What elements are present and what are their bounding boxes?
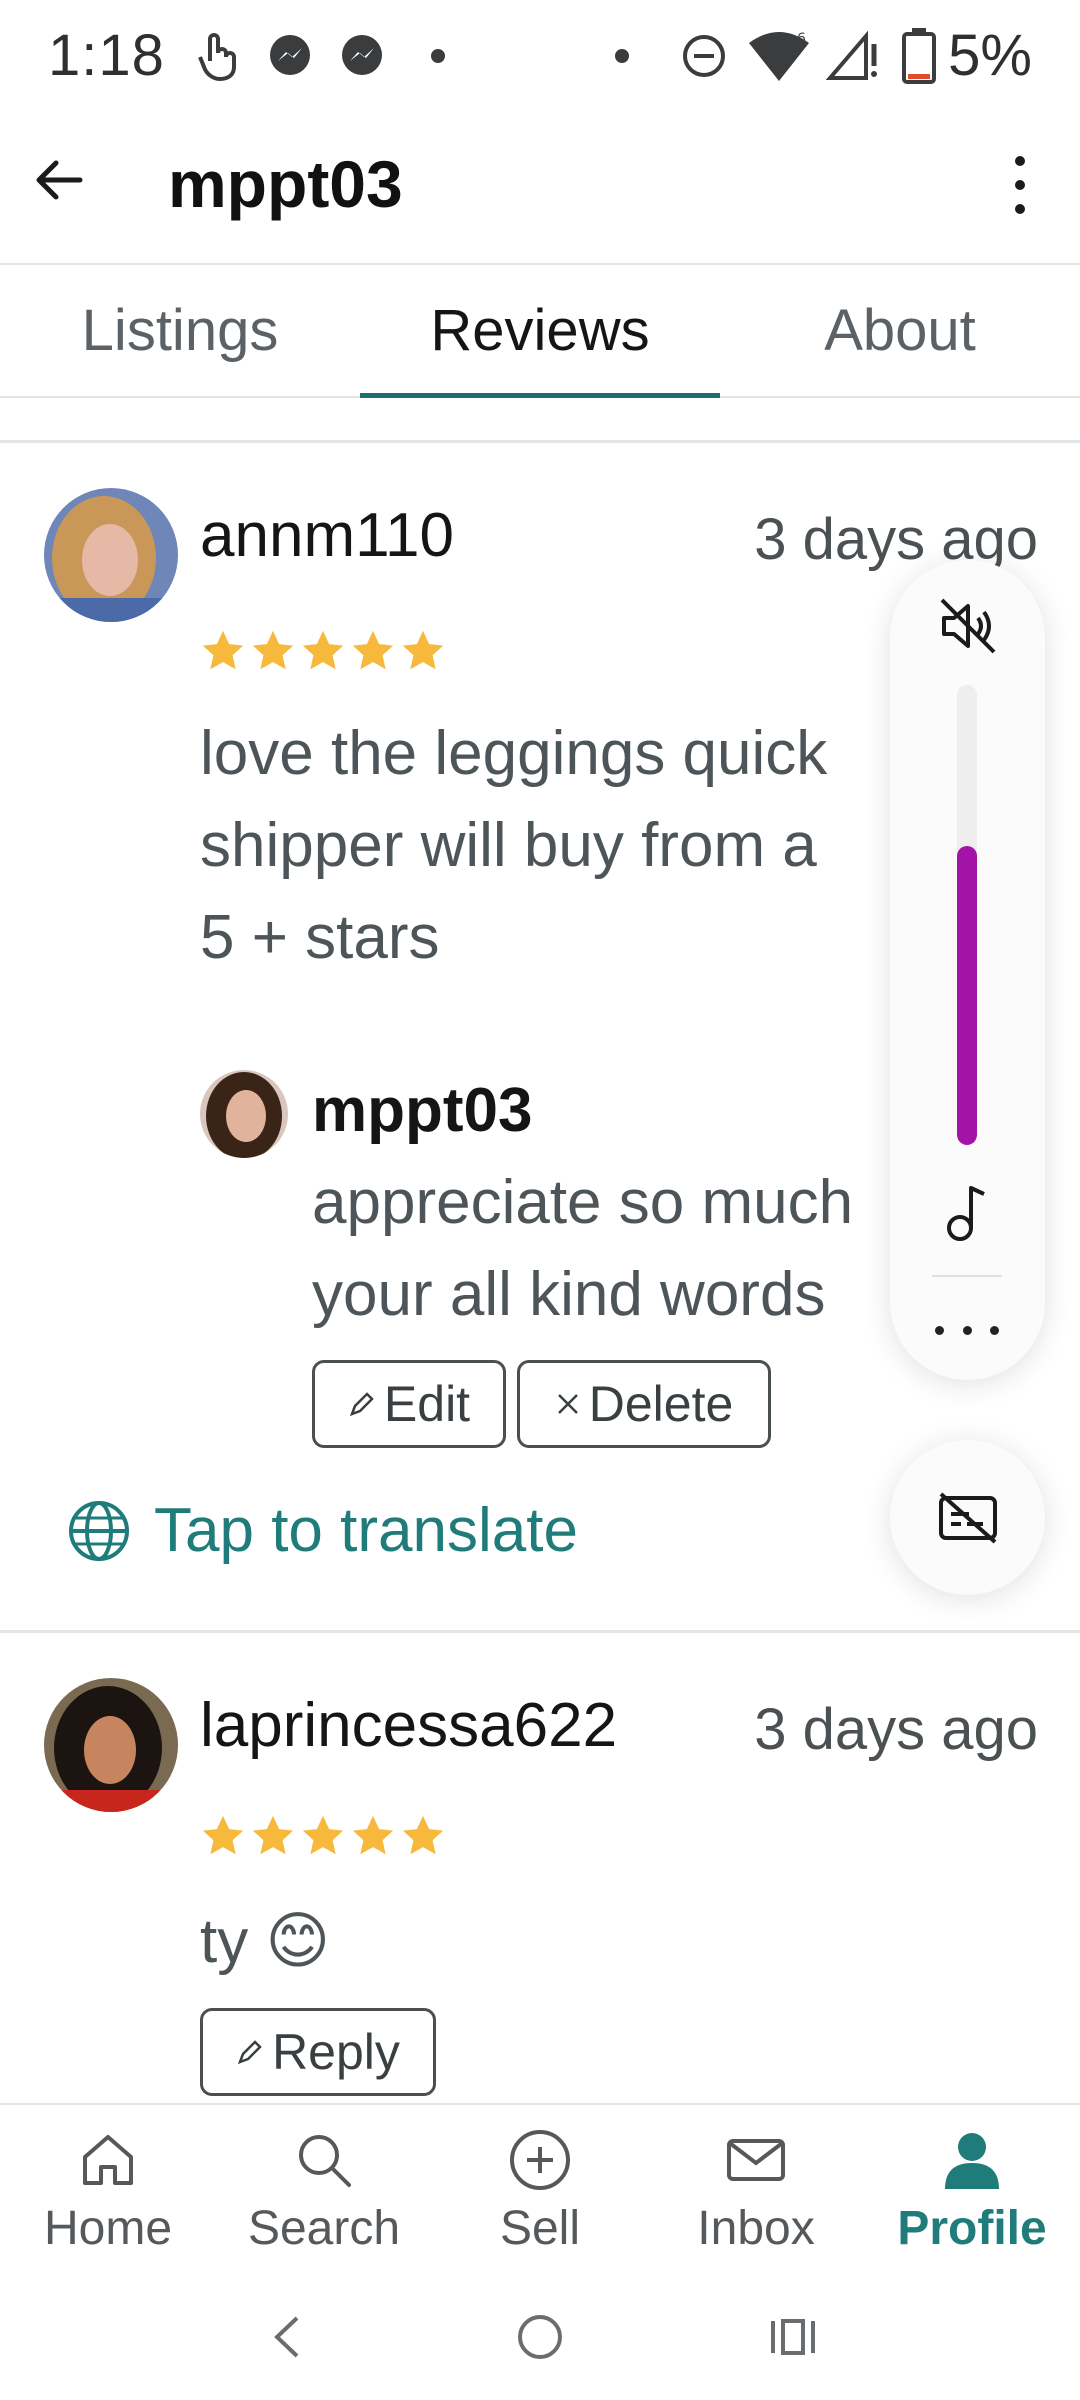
star-icon [352, 630, 394, 670]
page-title: mppt03 [168, 147, 403, 221]
battery-icon [898, 28, 940, 84]
reply-button[interactable]: Reply [200, 2008, 436, 2096]
review-date: 3 days ago [754, 1697, 1038, 1762]
pencil-icon [349, 1392, 374, 1417]
volume-panel [890, 560, 1045, 1380]
volume-slider[interactable] [957, 685, 977, 1145]
bottom-navigation: Home Search Sell Inbox Profile [0, 2103, 1080, 2273]
divider [0, 1630, 1080, 1633]
search-icon [299, 2135, 351, 2187]
status-time: 1:18 [48, 23, 165, 88]
translate-label: Tap to translate [154, 1496, 578, 1565]
music-volume-button[interactable] [938, 1178, 998, 1244]
plus-circle-icon [510, 2130, 570, 2190]
dnd-icon [676, 28, 732, 84]
wifi-icon: 6 [744, 28, 814, 84]
captions-off-icon [938, 1492, 997, 1543]
star-icon [202, 630, 244, 670]
review-text: ty 😊 [200, 1907, 331, 1976]
music-note-icon [947, 1186, 985, 1241]
divider [0, 440, 1080, 443]
svg-text:6: 6 [797, 31, 806, 47]
reply-text: appreciate so much your all kind words [312, 1168, 854, 1329]
nav-label: Search [247, 2202, 401, 2255]
profile-tabs: Listings Reviews About [0, 265, 1080, 398]
avatar[interactable] [200, 1070, 288, 1158]
nav-label: Home [43, 2202, 173, 2255]
nav-inbox[interactable]: Inbox [648, 2105, 864, 2273]
nav-search[interactable]: Search [216, 2105, 432, 2273]
arrow-left-icon [36, 160, 83, 200]
star-icon [252, 630, 294, 670]
system-navigation-bar [0, 2273, 1080, 2400]
mute-toggle-button[interactable] [932, 590, 1004, 662]
tab-listings[interactable]: Listings [0, 265, 360, 396]
hand-pointer-icon [190, 28, 246, 84]
avatar[interactable] [44, 488, 178, 622]
pencil-icon [237, 2040, 262, 2065]
reply-label: Reply [272, 2024, 400, 2080]
nav-profile[interactable]: Profile [864, 2105, 1080, 2273]
app-header: mppt03 [0, 110, 1080, 265]
reviewer-name[interactable]: laprincessa622 [200, 1690, 617, 1761]
dot-icon [428, 28, 448, 84]
nav-sell[interactable]: Sell [432, 2105, 648, 2273]
divider [932, 1275, 1002, 1277]
delete-label: Delete [588, 1376, 734, 1432]
close-icon [557, 1394, 578, 1414]
more-horizontal-icon[interactable] [935, 1320, 999, 1340]
tab-reviews[interactable]: Reviews [360, 265, 720, 398]
speaker-muted-icon [940, 598, 996, 654]
avatar[interactable] [44, 1678, 178, 1812]
star-icon [402, 630, 444, 670]
home-icon [83, 2135, 133, 2185]
nav-label: Sell [499, 2202, 581, 2255]
person-icon [945, 2133, 999, 2189]
star-icon [352, 1815, 394, 1855]
reviewer-name[interactable]: annm110 [200, 500, 454, 571]
star-icon [202, 1815, 244, 1855]
chevron-left-icon [273, 2316, 299, 2357]
volume-level-fill [957, 846, 977, 1145]
kebab-menu-icon [1015, 156, 1025, 166]
battery-percent: 5% [948, 23, 1032, 88]
reply-author[interactable]: mppt03 [312, 1075, 532, 1146]
star-icon [402, 1815, 444, 1855]
star-rating [200, 628, 446, 674]
recents-icon [771, 2318, 816, 2355]
messenger-icon [334, 28, 390, 84]
system-back-button[interactable] [252, 2302, 322, 2372]
nav-home[interactable]: Home [0, 2105, 216, 2273]
tab-about[interactable]: About [720, 265, 1080, 396]
star-rating [200, 1813, 446, 1859]
star-icon [302, 630, 344, 670]
home-circle-icon [517, 2314, 562, 2359]
system-home-button[interactable] [505, 2302, 575, 2372]
edit-label: Edit [383, 1376, 471, 1432]
back-button[interactable] [30, 150, 90, 210]
delete-button[interactable]: Delete [517, 1360, 771, 1448]
envelope-icon [727, 2139, 785, 2181]
signal-icon [824, 28, 884, 84]
nav-label: Profile [897, 2202, 1047, 2255]
status-bar: 1:18 6 5% [0, 0, 1080, 110]
more-options-button[interactable] [990, 150, 1050, 220]
nav-label: Inbox [697, 2202, 815, 2255]
translate-link[interactable]: Tap to translate [66, 1495, 578, 1566]
star-icon [252, 1815, 294, 1855]
messenger-icon [262, 28, 318, 84]
star-icon [302, 1815, 344, 1855]
captions-toggle-button[interactable] [890, 1440, 1045, 1595]
edit-button[interactable]: Edit [312, 1360, 506, 1448]
globe-icon [69, 1500, 129, 1561]
review-date: 3 days ago [754, 507, 1038, 572]
review-text: love the leggings quick shipper will buy… [200, 719, 828, 972]
dot-icon [612, 28, 632, 84]
system-recents-button[interactable] [758, 2302, 828, 2372]
